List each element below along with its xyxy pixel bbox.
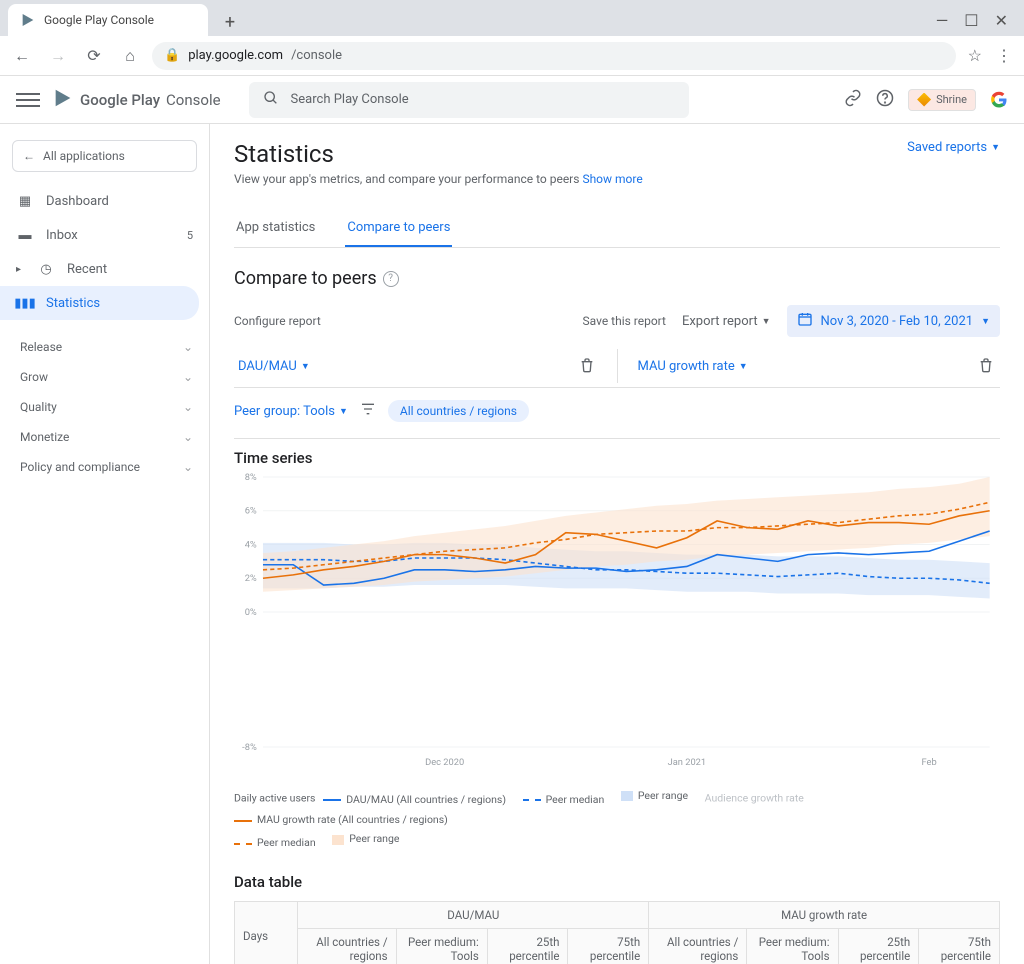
chevron-down-icon: ⌄ (183, 430, 193, 444)
lock-icon: 🔒 (164, 48, 180, 63)
app-selector[interactable]: Shrine (908, 89, 976, 111)
tab-app-statistics[interactable]: App statistics (234, 210, 317, 247)
sidebar-item-recent[interactable]: ▸ ◷ Recent (0, 252, 209, 286)
tab-compare-to-peers[interactable]: Compare to peers (345, 210, 452, 247)
caret-right-icon: ▸ (16, 264, 21, 275)
search-icon (263, 90, 279, 110)
svg-text:Jan 2021: Jan 2021 (668, 758, 707, 768)
svg-text:6%: 6% (245, 507, 257, 517)
bar-chart-icon: ▮▮▮ (16, 294, 34, 312)
tab-title: Google Play Console (44, 13, 154, 27)
metric1-selector[interactable]: DAU/MAU▼ (238, 359, 310, 374)
time-series-chart: -8% 0% 2% 4% 6% 8% Dec 2020 Jan 2021 Feb (234, 467, 1000, 777)
peer-group-selector[interactable]: Peer group: Tools▼ (234, 404, 348, 419)
search-placeholder: Search Play Console (291, 92, 409, 107)
link-icon[interactable] (844, 89, 862, 111)
export-report-button[interactable]: Export report▼ (682, 314, 771, 329)
google-account-icon[interactable] (990, 91, 1008, 109)
show-more-link[interactable]: Show more (582, 172, 642, 186)
sidebar-group-release[interactable]: Release ⌄ (0, 332, 209, 362)
minimize-icon[interactable]: — (936, 11, 949, 30)
reload-icon[interactable]: ⟳ (84, 46, 104, 66)
filter-chip-countries[interactable]: All countries / regions (388, 400, 529, 422)
app-logo: Google PlayConsole (80, 91, 221, 109)
delete-metric1-icon[interactable] (579, 357, 597, 375)
configure-report-label: Configure report (234, 314, 321, 328)
svg-text:4%: 4% (245, 541, 257, 551)
help-icon[interactable] (876, 89, 894, 111)
page-subtitle: View your app's metrics, and compare you… (234, 172, 643, 186)
info-icon[interactable]: ? (383, 271, 399, 287)
star-icon[interactable]: ☆ (968, 46, 982, 65)
section-title: Compare to peers ? (234, 268, 1000, 289)
saved-reports-button[interactable]: Saved reports▼ (907, 140, 1000, 155)
more-icon[interactable]: ⋮ (996, 46, 1012, 65)
clock-icon: ◷ (37, 260, 55, 278)
sidebar-group-policy[interactable]: Policy and compliance ⌄ (0, 452, 209, 482)
maximize-icon[interactable]: ☐ (964, 11, 978, 30)
svg-text:8%: 8% (245, 473, 257, 483)
browser-tab[interactable]: Google Play Console (8, 4, 208, 36)
new-tab-button[interactable]: + (216, 8, 244, 36)
menu-icon[interactable] (16, 88, 40, 112)
back-icon[interactable]: ← (12, 46, 32, 66)
chart-legend: Daily active users DAU/MAU (All countrie… (234, 787, 1000, 853)
filter-icon[interactable] (360, 401, 376, 421)
time-series-title: Time series (234, 449, 1000, 467)
data-table: Days DAU/MAU MAU growth rate All countri… (234, 901, 1000, 964)
back-to-apps-button[interactable]: ← All applications (12, 140, 197, 172)
forward-icon[interactable]: → (48, 46, 68, 66)
date-range-picker[interactable]: Nov 3, 2020 - Feb 10, 2021 ▼ (787, 305, 1000, 337)
address-bar[interactable]: 🔒 play.google.com /console (152, 42, 956, 70)
chevron-down-icon: ⌄ (183, 400, 193, 414)
url-path: /console (291, 48, 342, 63)
svg-text:0%: 0% (245, 608, 257, 618)
browser-tabstrip: Google Play Console + — ☐ ✕ (0, 0, 1024, 36)
play-logo-icon (52, 87, 74, 113)
sidebar-item-inbox[interactable]: ▬ Inbox 5 (0, 218, 209, 252)
chevron-down-icon: ⌄ (183, 340, 193, 354)
sidebar-group-grow[interactable]: Grow ⌄ (0, 362, 209, 392)
window-controls: — ☐ ✕ (928, 11, 1016, 36)
inbox-icon: ▬ (16, 226, 34, 244)
app-header: Google PlayConsole Search Play Console S… (0, 76, 1024, 124)
url-domain: play.google.com (188, 48, 283, 63)
search-input[interactable]: Search Play Console (249, 82, 689, 118)
svg-text:-8%: -8% (242, 743, 257, 753)
svg-text:Feb: Feb (921, 758, 936, 768)
arrow-left-icon: ← (23, 149, 35, 163)
page-title: Statistics (234, 140, 643, 168)
svg-text:2%: 2% (245, 574, 257, 584)
delete-metric2-icon[interactable] (978, 357, 996, 375)
sidebar-item-statistics[interactable]: ▮▮▮ Statistics (0, 286, 199, 320)
tabs: App statistics Compare to peers (234, 210, 1000, 248)
svg-text:Dec 2020: Dec 2020 (425, 758, 464, 768)
home-icon[interactable]: ⌂ (120, 46, 140, 66)
sidebar-group-monetize[interactable]: Monetize ⌄ (0, 422, 209, 452)
metric2-selector[interactable]: MAU growth rate▼ (638, 359, 748, 374)
data-table-title: Data table (234, 873, 1000, 891)
chevron-down-icon: ⌄ (183, 370, 193, 384)
save-report-button[interactable]: Save this report (583, 314, 666, 328)
main-content: Statistics View your app's metrics, and … (210, 76, 1024, 964)
close-icon[interactable]: ✕ (995, 11, 1008, 30)
play-favicon (20, 12, 36, 28)
browser-toolbar: ← → ⟳ ⌂ 🔒 play.google.com /console ☆ ⋮ (0, 36, 1024, 76)
sidebar-item-dashboard[interactable]: ▦ Dashboard (0, 184, 209, 218)
calendar-icon (797, 311, 813, 331)
inbox-badge: 5 (187, 229, 193, 242)
sidebar: ← All applications ▦ Dashboard ▬ Inbox 5… (0, 76, 210, 964)
dashboard-icon: ▦ (16, 192, 34, 210)
shrine-icon (917, 93, 931, 107)
chevron-down-icon: ⌄ (183, 460, 193, 474)
sidebar-group-quality[interactable]: Quality ⌄ (0, 392, 209, 422)
